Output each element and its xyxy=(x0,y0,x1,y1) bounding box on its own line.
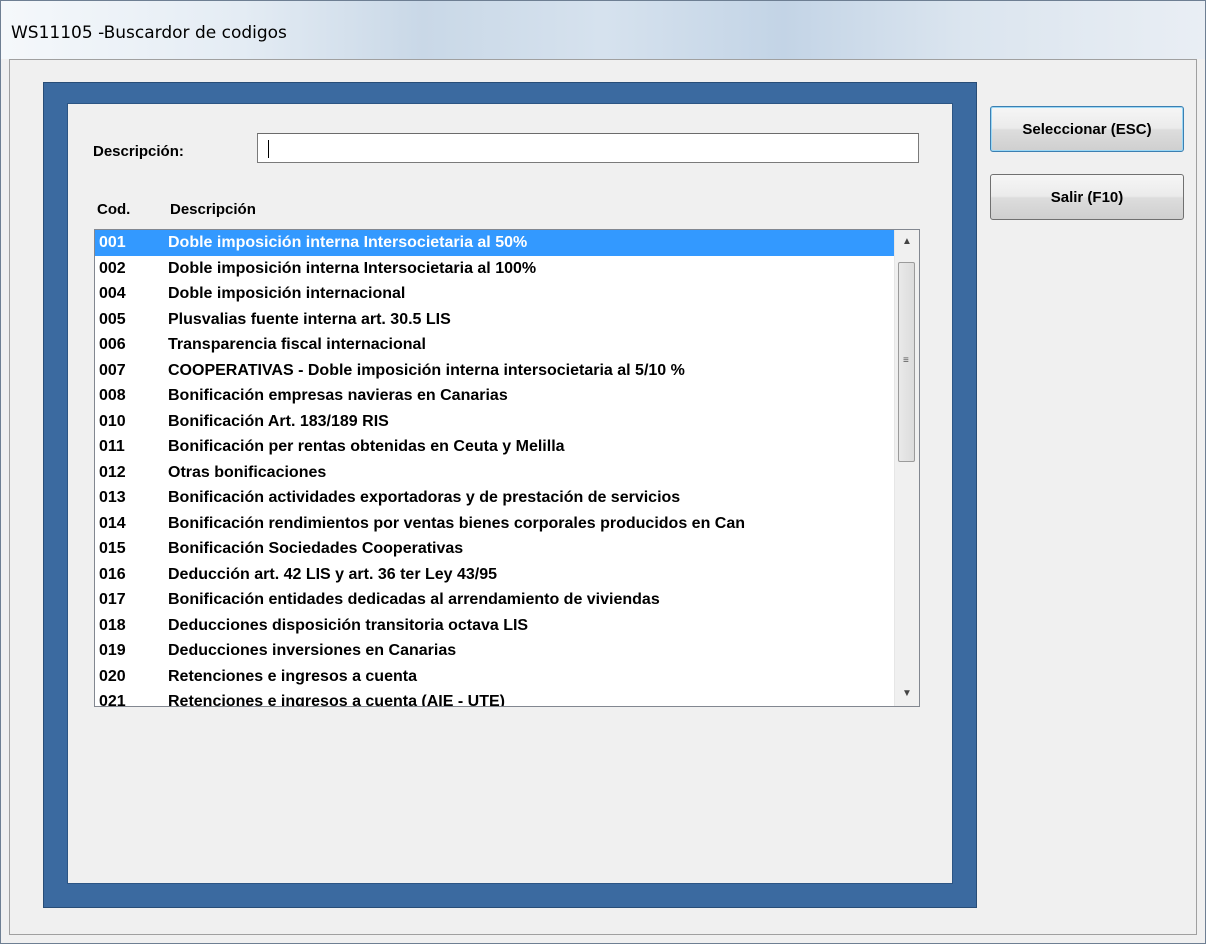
list-item[interactable]: 017 Bonificación entidades dedicadas al a… xyxy=(95,587,895,613)
list-item-description: Deducciones inversiones en Canarias xyxy=(168,642,457,659)
list-item-code: 011 xyxy=(99,438,125,455)
codes-listbox[interactable]: 001 Doble imposición interna Intersocieta… xyxy=(94,229,920,707)
window-title: WS11105 -Buscardor de codigos xyxy=(11,23,287,43)
list-item[interactable]: 014 Bonificación rendimientos por ventas … xyxy=(95,511,895,537)
select-button[interactable]: Seleccionar (ESC) xyxy=(990,106,1184,152)
scroll-down-arrow-icon[interactable]: ▼ xyxy=(895,682,919,706)
list-item[interactable]: 021 Retenciones e ingresos a cuenta (AIE … xyxy=(95,689,895,707)
scroll-up-arrow-icon[interactable]: ▲ xyxy=(895,230,919,254)
list-item-code: 018 xyxy=(99,616,126,634)
title-bar[interactable]: WS11105 -Buscardor de codigos xyxy=(1,1,1205,59)
list-item-code: 017 xyxy=(99,591,126,608)
list-item-code: 002 xyxy=(99,259,126,277)
list-item-description: Bonificación per rentas obtenidas en Ceu… xyxy=(168,438,565,455)
list-item[interactable]: 002 Doble imposición interna Intersocieta… xyxy=(95,256,895,282)
list-item[interactable]: 006 Transparencia fiscal internacional xyxy=(95,332,895,358)
list-item[interactable]: 015 Bonificación Sociedades Cooperativas xyxy=(95,536,895,562)
list-item-code: 019 xyxy=(99,642,126,659)
list-item-description: Bonificación empresas navieras en Canari… xyxy=(168,387,508,404)
list-item-code: 007 xyxy=(99,361,126,379)
list-item-code: 015 xyxy=(99,540,126,557)
list-item-description: Bonificación actividades exportadoras y … xyxy=(168,489,681,506)
list-item[interactable]: 013 Bonificación actividades exportadoras… xyxy=(95,485,895,511)
list-item[interactable]: 004 Doble imposición internacional xyxy=(95,281,895,307)
list-item-description: Bonificación rendimientos por ventas bie… xyxy=(168,514,746,532)
list-item[interactable]: 005 Plusvalias fuente interna art. 30.5 L… xyxy=(95,307,895,333)
list-item[interactable]: 007 COOPERATIVAS - Doble imposición inter… xyxy=(95,358,895,384)
list-item-description: Deducciones disposición transitoria octa… xyxy=(168,616,529,634)
list-item-description: Bonificación entidades dedicadas al arre… xyxy=(168,591,660,608)
list-item[interactable]: 011 Bonificación per rentas obtenidas en … xyxy=(95,434,895,460)
column-header-description[interactable]: Descripción xyxy=(170,201,256,218)
list-item-description: Bonificación Sociedades Cooperativas xyxy=(168,540,464,557)
list-item-code: 001 xyxy=(99,234,126,251)
list-item-code: 004 xyxy=(99,285,126,302)
list-item-code: 005 xyxy=(99,310,126,328)
list-item[interactable]: 020 Retenciones e ingresos a cuenta xyxy=(95,664,895,690)
list-item-description: Deducción art. 42 LIS y art. 36 ter Ley … xyxy=(168,565,498,583)
list-item-description: Doble imposición internacional xyxy=(168,285,406,302)
list-item-code: 012 xyxy=(99,463,126,481)
list-item[interactable]: 010 Bonificación Art. 183/189 RIS xyxy=(95,409,895,435)
list-item[interactable]: 008 Bonificación empresas navieras en Can… xyxy=(95,383,895,409)
list-item-description: Bonificación Art. 183/189 RIS xyxy=(168,412,389,430)
list-item-description: Doble imposición interna Intersocietaria… xyxy=(168,259,537,277)
list-item-description: Otras bonificaciones xyxy=(168,463,327,481)
list-item-description: COOPERATIVAS - Doble imposición interna … xyxy=(168,361,685,379)
list-item-code: 016 xyxy=(99,565,126,583)
list-item-code: 013 xyxy=(99,489,126,506)
text-caret xyxy=(268,140,269,158)
list-item-code: 021 xyxy=(99,693,126,707)
list-rows: 001 Doble imposición interna Intersocieta… xyxy=(95,230,895,707)
description-label: Descripción: xyxy=(93,143,184,160)
list-item-code: 020 xyxy=(99,667,126,685)
list-item-description: Plusvalias fuente interna art. 30.5 LIS xyxy=(168,310,451,328)
list-item[interactable]: 001 Doble imposición interna Intersocieta… xyxy=(95,230,895,256)
list-item-code: 010 xyxy=(99,412,126,430)
exit-button[interactable]: Salir (F10) xyxy=(990,174,1184,220)
list-item-description: Retenciones e ingresos a cuenta xyxy=(168,667,417,685)
list-item-description: Retenciones e ingresos a cuenta (AIE - U… xyxy=(168,693,505,707)
list-item-code: 014 xyxy=(99,514,126,532)
list-item[interactable]: 012 Otras bonificaciones xyxy=(95,460,895,486)
list-item-description: Transparencia fiscal internacional xyxy=(168,336,426,353)
description-search-input[interactable] xyxy=(257,133,919,163)
list-item-description: Doble imposición interna Intersocietaria… xyxy=(168,234,528,251)
list-item-code: 008 xyxy=(99,387,126,404)
list-item-code: 006 xyxy=(99,336,126,353)
vertical-scrollbar[interactable]: ▲ ≡ ▼ xyxy=(894,230,919,706)
scroll-thumb[interactable]: ≡ xyxy=(898,262,915,462)
list-item[interactable]: 016 Deducción art. 42 LIS y art. 36 ter L… xyxy=(95,562,895,588)
column-header-code[interactable]: Cod. xyxy=(97,201,130,218)
list-item[interactable]: 018 Deducciones disposición transitoria o… xyxy=(95,613,895,639)
scroll-grip-icon: ≡ xyxy=(903,355,909,366)
list-item[interactable]: 019 Deducciones inversiones en Canarias xyxy=(95,638,895,664)
